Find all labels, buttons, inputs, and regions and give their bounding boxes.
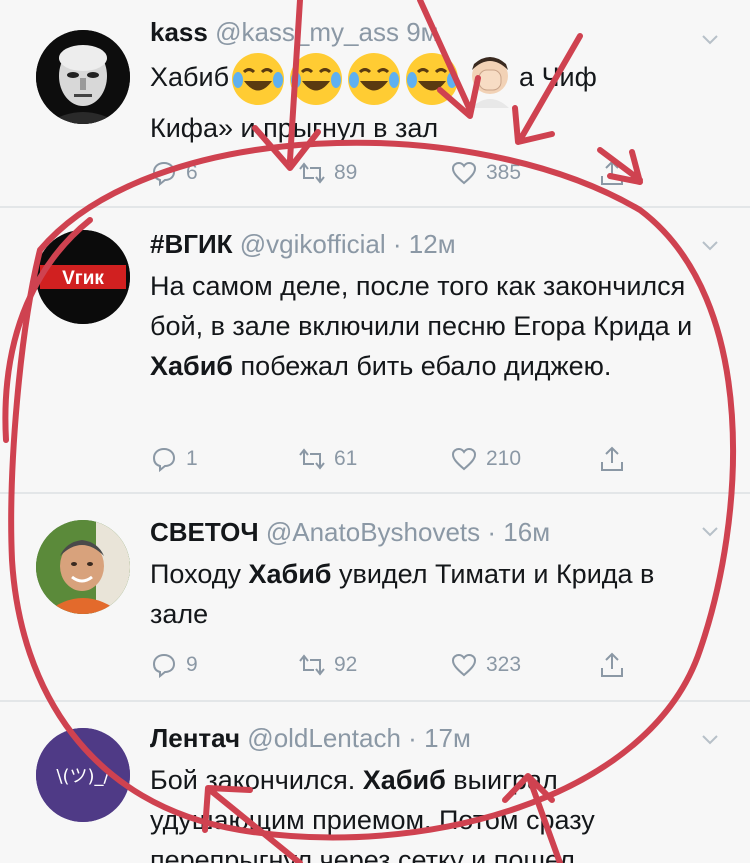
reply-button[interactable]: 9 (150, 650, 198, 680)
avatar-text: Vгик (62, 268, 104, 289)
share-button[interactable] (598, 650, 626, 680)
highlighted-name: Хабиб (362, 765, 446, 795)
tweet-header: kass @kass_my_ass 9м (150, 16, 710, 48)
retweet-icon (299, 654, 325, 676)
timestamp[interactable]: 17м (424, 723, 471, 753)
tweet-actions: 6 89 385 (150, 158, 630, 188)
share-button[interactable] (598, 444, 626, 474)
like-button[interactable]: 323 (450, 650, 521, 680)
tweet-lentach[interactable]: \(ツ)_/ Лентач @oldLentach · 17м Бой зако… (0, 702, 750, 863)
tweet-text-line2: Кифа» и прыгнул в зал (150, 113, 439, 143)
tweet-text: На самом деле, после того как закончился… (150, 266, 710, 386)
laughing-emoji (290, 53, 343, 105)
timestamp[interactable]: 12м (409, 229, 456, 259)
laughing-emoji (406, 53, 459, 105)
highlighted-name: Хабиб (150, 351, 233, 381)
laughing-emoji (348, 53, 401, 105)
chevron-down-icon[interactable] (700, 730, 720, 750)
reply-icon (152, 447, 176, 473)
retweet-icon (299, 448, 325, 470)
avatar[interactable]: \(ツ)_/ (36, 728, 130, 822)
tweet-text: Походу Хабиб увидел Тимати и Крида в зал… (150, 554, 710, 634)
tweet-text-start: Походу (150, 559, 249, 589)
tweet-text: Бой закончился. Хабиб выиграл удушающим … (150, 760, 710, 863)
like-button[interactable]: 385 (450, 158, 521, 188)
tweet-vgik[interactable]: Vгик #ВГИК @vgikofficial · 12м На самом … (0, 208, 750, 492)
separator-dot: · (487, 517, 497, 547)
tweet-svetoch[interactable]: СВЕТОЧ @AnatoByshovets · 16м Походу Хаби… (0, 494, 750, 700)
highlighted-name: Хабиб (248, 559, 332, 589)
retweet-button[interactable]: 89 (298, 158, 357, 188)
like-count: 210 (486, 447, 522, 470)
vgik-logo: Vгик (36, 230, 130, 324)
chevron-down-icon[interactable] (700, 236, 720, 256)
display-name[interactable]: СВЕТОЧ (150, 517, 259, 547)
chevron-down-icon[interactable] (700, 30, 720, 50)
share-icon (601, 160, 623, 185)
user-handle[interactable]: @AnatoByshovets (266, 517, 480, 547)
avatar-text: \(ツ)_/ (56, 766, 110, 787)
timestamp[interactable]: 16м (503, 517, 550, 547)
lentach-logo: \(ツ)_/ (36, 728, 130, 822)
tweet-header: Лентач @oldLentach · 17м (150, 722, 710, 754)
retweet-count: 89 (334, 161, 358, 184)
avatar[interactable] (36, 30, 130, 124)
retweet-icon (299, 162, 325, 184)
avatar[interactable]: Vгик (36, 230, 130, 324)
reply-count: 6 (186, 161, 198, 184)
facepalm-emoji (471, 57, 510, 108)
reply-icon (152, 653, 176, 679)
display-name[interactable]: Лентач (150, 723, 240, 753)
share-icon (601, 446, 623, 471)
user-handle[interactable]: @vgikofficial (240, 229, 386, 259)
separator-dot: · (408, 723, 417, 753)
like-count: 323 (486, 653, 522, 676)
reply-count: 1 (186, 447, 198, 470)
share-button[interactable] (598, 158, 626, 188)
tweet-text-after-emoji: а Чиф (519, 62, 597, 93)
retweet-button[interactable]: 61 (298, 444, 357, 474)
tweet-text-start: Хабиб (150, 62, 230, 93)
tweet-actions: 1 61 210 (150, 444, 630, 474)
retweet-count: 92 (334, 653, 358, 676)
user-handle[interactable]: @oldLentach (247, 723, 401, 753)
reply-button[interactable]: 6 (150, 158, 198, 188)
avatar[interactable] (36, 520, 130, 614)
reply-count: 9 (186, 653, 198, 676)
laughing-emoji (232, 53, 285, 105)
retweet-button[interactable]: 92 (298, 650, 357, 680)
like-count: 385 (486, 161, 522, 184)
reply-icon (152, 161, 176, 187)
tweet-text-start: На самом деле, после того как закончился… (150, 271, 693, 341)
tweet-actions: 9 92 323 (150, 650, 630, 680)
tweet-kass[interactable]: kass @kass_my_ass 9м Хабиб а Чиф Кифа» и … (0, 0, 750, 206)
timestamp[interactable]: 9м (406, 17, 438, 47)
like-icon (451, 447, 477, 471)
tweet-header: СВЕТОЧ @AnatoByshovets · 16м (150, 516, 710, 548)
display-name[interactable]: #ВГИК (150, 229, 233, 259)
tweet-text-end: побежал бить ебало диджею. (232, 351, 612, 381)
tweet-header: #ВГИК @vgikofficial · 12м (150, 228, 710, 260)
avatar-photo (36, 520, 130, 614)
tweet-text: Хабиб а Чиф Кифа» и прыгнул в зал (150, 50, 710, 148)
share-icon (601, 652, 623, 677)
retweet-count: 61 (334, 447, 358, 470)
reply-button[interactable]: 1 (150, 444, 198, 474)
user-handle[interactable]: @kass_my_ass (215, 17, 399, 47)
tweet-text-start: Бой закончился. (150, 765, 363, 795)
chevron-down-icon[interactable] (700, 522, 720, 542)
like-icon (451, 161, 477, 185)
separator-dot: · (392, 229, 402, 259)
like-button[interactable]: 210 (450, 444, 521, 474)
like-icon (451, 653, 477, 677)
avatar-photo (36, 30, 130, 124)
display-name[interactable]: kass (150, 17, 208, 47)
